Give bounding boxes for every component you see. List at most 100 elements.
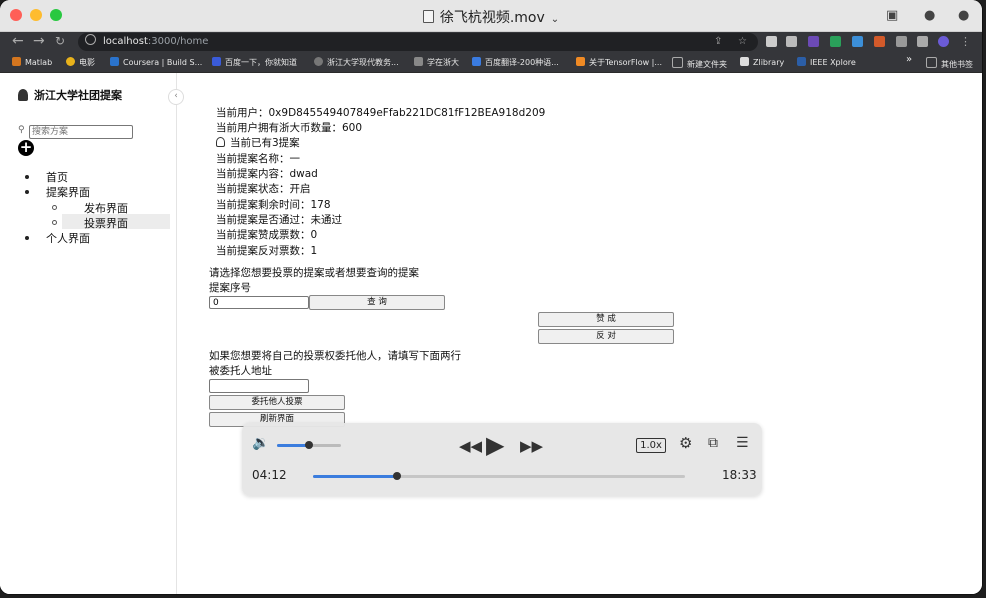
- profile-avatar[interactable]: [938, 36, 949, 47]
- star-icon[interactable]: ☆: [738, 33, 747, 51]
- title-bar: 徐飞杭视频.mov ⌄ ▣ ● ●: [0, 0, 982, 32]
- bookmark-icon: [12, 57, 21, 66]
- bookmark-label: 百度翻译-200种语...: [485, 58, 559, 67]
- progress-knob[interactable]: [393, 472, 402, 480]
- volume-slider[interactable]: [277, 441, 341, 449]
- other-bookmarks[interactable]: 其他书签: [926, 57, 973, 70]
- bookmark-icon: [472, 57, 481, 66]
- bookmark-item[interactable]: 百度翻译-200种语...: [472, 57, 559, 68]
- approve-button[interactable]: 赞 成: [538, 312, 674, 327]
- bookmark-icon: [212, 57, 221, 66]
- bookmark-label: 电影: [79, 58, 95, 67]
- bookmarks-bar: Matlab 电影 Coursera | Build S... 百度一下，你就知…: [0, 52, 982, 73]
- picture-in-picture-icon[interactable]: ⧉: [708, 435, 718, 451]
- proposal-name: 当前提案名称：一: [216, 153, 300, 165]
- total-time: 18:33: [722, 468, 757, 482]
- bookmark-item[interactable]: Matlab: [12, 57, 52, 67]
- url-path: :3000/home: [147, 36, 209, 47]
- share-icon[interactable]: ●: [958, 8, 969, 23]
- extension-reader-icon[interactable]: [766, 36, 777, 47]
- coin-count: 当前用户拥有浙大币数量：600: [216, 122, 363, 134]
- logo-icon: [18, 89, 28, 101]
- search-input[interactable]: [29, 125, 133, 139]
- bookmark-item[interactable]: Zlibrary: [740, 57, 784, 67]
- shield-icon[interactable]: [830, 36, 841, 47]
- bookmark-item[interactable]: 浙江大学现代教务...: [314, 57, 399, 68]
- address-bar[interactable]: localhost:3000/home ⇪ ☆: [78, 33, 758, 51]
- bookmark-item[interactable]: 关于TensorFlow |...: [576, 57, 662, 68]
- progress-bar[interactable]: [313, 472, 685, 480]
- url-host: localhost: [103, 36, 148, 47]
- rewind-icon[interactable]: ◀◀: [459, 437, 482, 455]
- window-title-area[interactable]: 徐飞杭视频.mov ⌄: [0, 7, 982, 27]
- menu-dots-icon[interactable]: ⋮: [960, 35, 971, 48]
- remaining-time: 当前提案剩余时间：178: [216, 199, 331, 211]
- bookmark-label: 学在浙大: [427, 58, 459, 67]
- back-icon[interactable]: ←: [12, 33, 24, 49]
- delegate-button[interactable]: 委托他人投票: [209, 395, 345, 410]
- approve-votes: 当前提案赞成票数：0: [216, 229, 318, 241]
- sidebar-item-proposals[interactable]: 提案界面: [46, 184, 90, 200]
- globe-icon[interactable]: ●: [924, 8, 935, 23]
- puzzle-icon[interactable]: [896, 36, 907, 47]
- bookmark-icon: [576, 57, 585, 66]
- folder-icon: [672, 57, 683, 68]
- gif-icon[interactable]: ▣: [886, 8, 898, 23]
- oppose-button[interactable]: 反 对: [538, 329, 674, 344]
- proposal-index-input[interactable]: [209, 296, 309, 309]
- select-prompt: 请选择您想要投票的提案或者想要查询的提案: [209, 267, 419, 279]
- sidebar-item-home[interactable]: 首页: [46, 169, 68, 185]
- chapters-list-icon[interactable]: ☰: [736, 435, 749, 451]
- query-button[interactable]: 查 询: [309, 295, 445, 310]
- bookmark-item[interactable]: IEEE Xplore: [797, 57, 856, 67]
- volume-knob[interactable]: [305, 441, 313, 449]
- reload-icon[interactable]: ↻: [55, 34, 65, 48]
- forward-icon[interactable]: →: [33, 33, 45, 49]
- bookmarks-overflow-button[interactable]: »: [906, 54, 912, 65]
- bullet: [25, 190, 29, 194]
- share-page-icon[interactable]: ⇪: [714, 33, 722, 51]
- sidepanel-icon[interactable]: [917, 36, 928, 47]
- document-icon: [422, 10, 434, 23]
- play-icon[interactable]: ▶: [486, 431, 504, 459]
- brand-title: 浙江大学社团提案: [34, 89, 122, 102]
- extension-drive-icon[interactable]: [786, 36, 797, 47]
- bookmark-item[interactable]: 学在浙大: [414, 57, 459, 68]
- bookmark-label: Coursera | Build S...: [123, 58, 203, 67]
- window-title: 徐飞杭视频.mov: [439, 10, 545, 26]
- video-player-controls: 🔉 ◀◀ ▶ ▶▶ 1.0x ⚙ ⧉ ☰ 04:12 18:33: [242, 423, 762, 496]
- bookmark-label: IEEE Xplore: [810, 58, 856, 67]
- sidebar-item-vote[interactable]: 投票界面: [84, 215, 128, 231]
- bookmark-item[interactable]: Coursera | Build S...: [110, 57, 202, 67]
- main-content: 当前用户：0x9D845549407849eFfab221DC81fF12BEA…: [176, 73, 982, 594]
- bookmark-item[interactable]: 百度一下，你就知道: [212, 57, 297, 68]
- playback-speed-button[interactable]: 1.0x: [636, 438, 666, 453]
- add-proposal-button[interactable]: +: [18, 140, 34, 156]
- extension-link-icon[interactable]: [852, 36, 863, 47]
- site-info-icon[interactable]: [85, 34, 96, 45]
- bookmark-item[interactable]: 新建文件夹: [672, 57, 727, 70]
- progress-fill: [313, 475, 398, 478]
- fast-forward-icon[interactable]: ▶▶: [520, 437, 543, 455]
- bookmark-label: 关于TensorFlow |...: [589, 58, 662, 67]
- proposal-index-label: 提案序号: [209, 282, 251, 294]
- extension-fox-icon[interactable]: [874, 36, 885, 47]
- delegate-address-input[interactable]: [209, 379, 309, 393]
- bookmark-icon: [66, 57, 75, 66]
- volume-icon[interactable]: 🔉: [252, 435, 269, 451]
- bullet: [25, 236, 29, 240]
- proposal-status: 当前提案状态：开启: [216, 183, 311, 195]
- user-icon: [216, 137, 225, 147]
- gear-icon[interactable]: ⚙: [679, 434, 692, 452]
- bookmark-icon: [314, 57, 323, 66]
- app-window: 徐飞杭视频.mov ⌄ ▣ ● ● ← → ↻ localhost:3000/ho…: [0, 0, 982, 594]
- sidebar-item-profile[interactable]: 个人界面: [46, 230, 90, 246]
- brand[interactable]: 浙江大学社团提案: [18, 87, 122, 103]
- bookmark-item[interactable]: 电影: [66, 57, 95, 68]
- bookmark-label: Matlab: [25, 58, 53, 67]
- bookmark-icon: [414, 57, 423, 66]
- extension-ia-icon[interactable]: [808, 36, 819, 47]
- web-app: 浙江大学社团提案 ‹ ⚲ + 首页 提案界面 发布界面 投票界面 个人界面: [0, 73, 982, 594]
- sidebar-item-publish[interactable]: 发布界面: [84, 200, 128, 216]
- bullet: [25, 175, 29, 179]
